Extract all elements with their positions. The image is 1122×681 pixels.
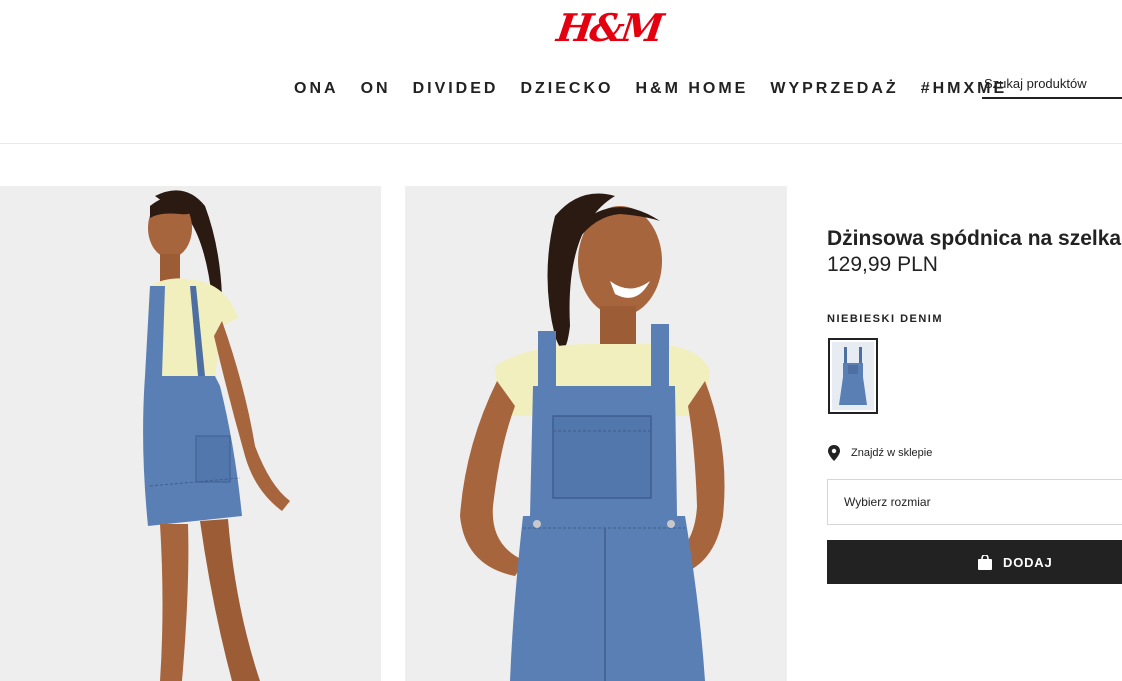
add-to-bag-label: DODAJ	[1003, 554, 1053, 570]
find-in-store-link[interactable]: Znajdź w sklepie	[827, 445, 932, 461]
size-select-label: Wybierz rozmiar	[844, 495, 931, 509]
product-price: 129,99 PLN	[827, 253, 938, 276]
model-front-illustration	[405, 186, 787, 681]
map-pin-icon	[828, 445, 840, 461]
search-box	[982, 70, 1122, 99]
product-image-front[interactable]	[405, 186, 787, 681]
find-in-store-label: Znajdź w sklepie	[851, 447, 933, 459]
swatch-thumbnail	[832, 342, 874, 410]
color-name: NIEBIESKI DENIM	[827, 313, 944, 325]
site-header: H&M ONA ON DIVIDED DZIECKO H&M HOME WYPR…	[0, 0, 1122, 144]
nav-item-dziecko[interactable]: DZIECKO	[509, 76, 624, 102]
dress-thumbnail-icon	[839, 347, 867, 405]
nav-item-on[interactable]: ON	[350, 76, 402, 102]
size-select[interactable]: Wybierz rozmiar	[827, 479, 1122, 525]
hm-logo[interactable]: H&M	[554, 2, 664, 52]
main-nav: ONA ON DIVIDED DZIECKO H&M HOME WYPRZEDA…	[283, 76, 1018, 102]
color-swatch-selected[interactable]	[828, 338, 878, 414]
nav-item-hm-home[interactable]: H&M HOME	[624, 76, 759, 102]
nav-item-wyprzedaz[interactable]: WYPRZEDAŻ	[759, 76, 909, 102]
search-input[interactable]	[982, 76, 1122, 91]
product-image-side[interactable]	[0, 186, 381, 681]
product-title: Dżinsowa spódnica na szelkach	[827, 227, 1122, 250]
model-side-illustration	[0, 186, 381, 681]
nav-item-divided[interactable]: DIVIDED	[402, 76, 510, 102]
nav-item-ona[interactable]: ONA	[283, 76, 350, 102]
shopping-bag-icon	[977, 554, 993, 570]
product-details: Dżinsowa spódnica na szelkach 129,99 PLN…	[827, 226, 1122, 584]
add-to-bag-button[interactable]: DODAJ	[827, 540, 1122, 584]
